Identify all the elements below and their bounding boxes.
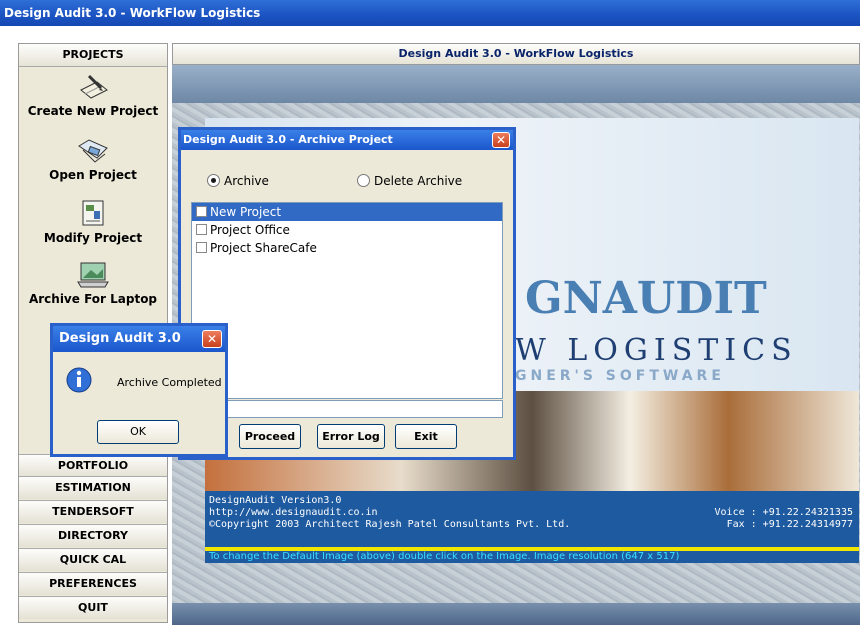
list-item[interactable]: Project Office — [192, 221, 502, 239]
project-list[interactable]: New Project Project Office Project Share… — [191, 202, 503, 399]
message-text: Archive Completed — [117, 376, 222, 389]
main-header: Design Audit 3.0 - WorkFlow Logistics — [172, 43, 860, 65]
pen-notepad-icon — [80, 74, 108, 99]
archive-dialog-close-button[interactable]: ✕ — [492, 132, 510, 148]
archive-radio-label: Archive — [224, 174, 269, 188]
open-folder-icon — [78, 139, 108, 163]
list-item[interactable]: Project ShareCafe — [192, 239, 502, 257]
copyright-text: ©Copyright 2003 Architect Rajesh Patel C… — [209, 519, 571, 530]
list-item[interactable]: New Project — [192, 203, 502, 221]
exit-button[interactable]: Exit — [395, 424, 457, 449]
archive-for-laptop-label: Archive For Laptop — [28, 292, 158, 306]
modify-project-button[interactable]: Modify Project — [19, 199, 167, 245]
splash-logo: GNAUDIT — [525, 273, 767, 324]
message-box-title: Design Audit 3.0 — [53, 326, 225, 352]
open-project-label: Open Project — [49, 168, 137, 182]
splash-info-bar: DesignAudit Version3.0 http://www.design… — [205, 491, 859, 547]
list-item-label: New Project — [210, 205, 282, 219]
ok-button[interactable]: OK — [97, 420, 179, 444]
preferences-button[interactable]: PREFERENCES — [19, 572, 167, 595]
portfolio-button[interactable]: PORTFOLIO — [19, 454, 167, 477]
radio-selected-icon — [207, 174, 220, 187]
create-new-project-label: Create New Project — [27, 104, 159, 118]
fax-text: Fax : +91.22.24314977 — [726, 519, 853, 530]
radio-unselected-icon — [357, 174, 370, 187]
checkbox-icon[interactable] — [196, 242, 207, 253]
message-box: Design Audit 3.0 ✕ Archive Completed OK — [50, 323, 228, 457]
archive-radio[interactable]: Archive — [207, 174, 269, 188]
progress-bar — [191, 400, 503, 418]
projects-header[interactable]: PROJECTS — [19, 44, 167, 67]
header-strip — [172, 65, 860, 103]
delete-archive-radio-label: Delete Archive — [374, 174, 463, 188]
voice-text: Voice : +91.22.24321335 — [714, 507, 853, 518]
proceed-button[interactable]: Proceed — [239, 424, 301, 449]
create-new-project-button[interactable]: Create New Project — [19, 72, 167, 118]
delete-archive-radio[interactable]: Delete Archive — [357, 174, 462, 188]
list-item-label: Project Office — [210, 223, 290, 237]
modify-project-label: Modify Project — [43, 231, 143, 245]
splash-logo-tag: GNER'S SOFTWARE — [515, 368, 725, 384]
info-icon — [66, 367, 92, 393]
directory-button[interactable]: DIRECTORY — [19, 524, 167, 547]
message-box-close-button[interactable]: ✕ — [202, 330, 222, 348]
url-text: http://www.designaudit.co.in — [209, 507, 378, 518]
open-project-button[interactable]: Open Project — [19, 136, 167, 182]
error-log-button[interactable]: Error Log — [317, 424, 385, 449]
quick-cal-button[interactable]: QUICK CAL — [19, 548, 167, 571]
tendersoft-button[interactable]: TENDERSOFT — [19, 500, 167, 523]
archive-for-laptop-button[interactable]: Archive For Laptop — [19, 260, 167, 306]
splash-logo-sub: W LOGISTICS — [515, 333, 798, 368]
laptop-icon — [77, 262, 109, 288]
list-item-label: Project ShareCafe — [210, 241, 317, 255]
archive-dialog-title: Design Audit 3.0 - Archive Project — [181, 130, 513, 150]
image-hint: To change the Default Image (above) doub… — [205, 551, 859, 563]
archive-project-dialog: Design Audit 3.0 - Archive Project ✕ Arc… — [178, 127, 516, 460]
checkbox-icon[interactable] — [196, 206, 207, 217]
footer-strip — [172, 603, 860, 625]
app-title-bar: Design Audit 3.0 - WorkFlow Logistics — [0, 0, 860, 26]
checkbox-icon[interactable] — [196, 224, 207, 235]
estimation-button[interactable]: ESTIMATION — [19, 476, 167, 499]
version-text: DesignAudit Version3.0 — [209, 495, 342, 506]
quit-button[interactable]: QUIT — [19, 596, 167, 619]
modify-document-icon — [82, 200, 104, 226]
